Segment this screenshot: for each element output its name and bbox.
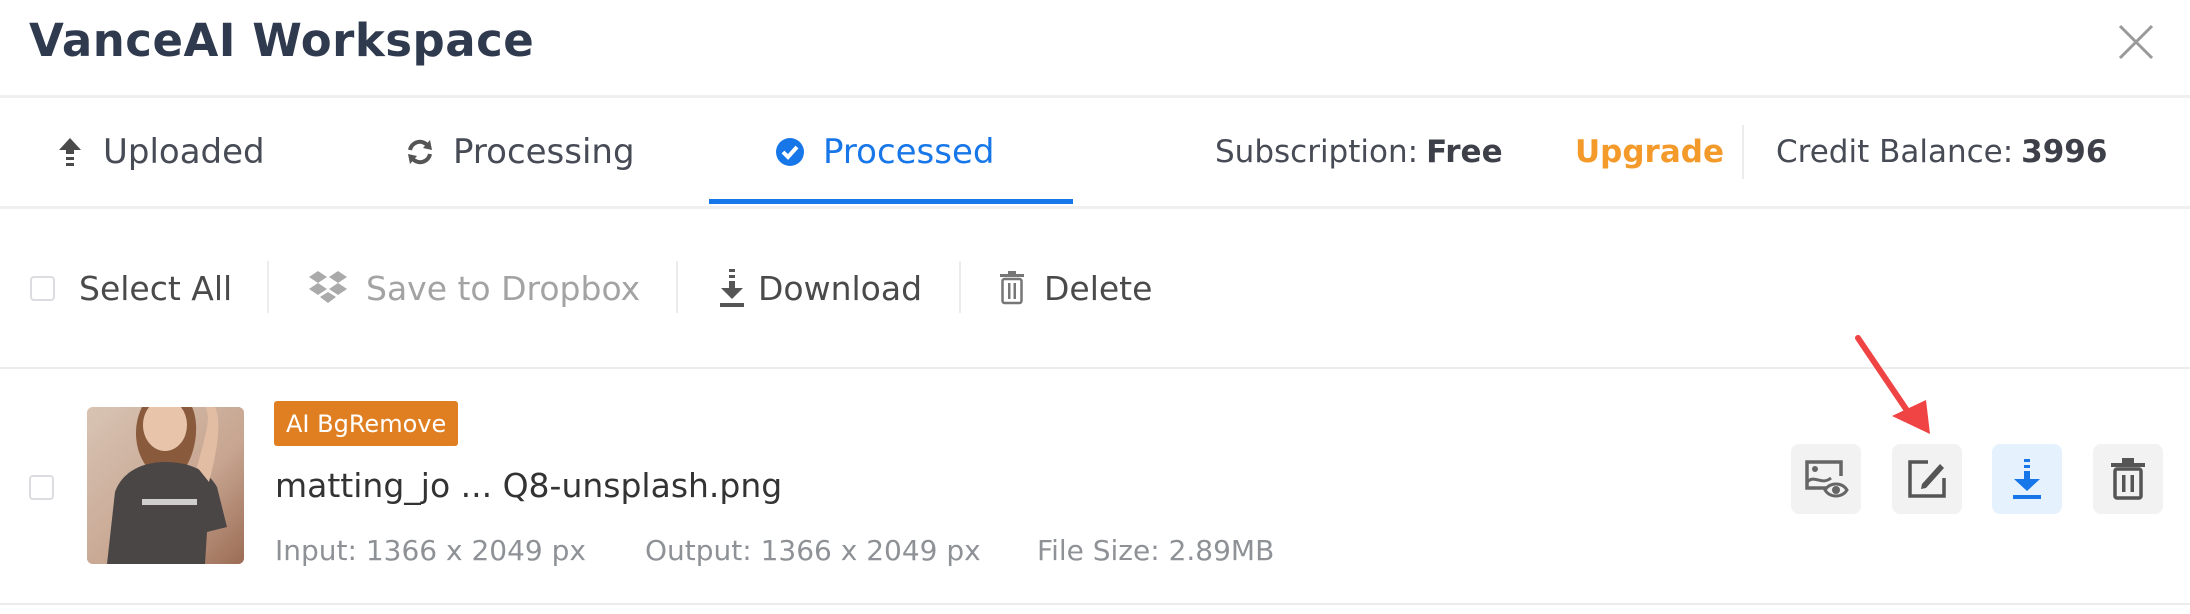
upgrade-label[interactable]: Upgrade — [1575, 134, 1724, 170]
tab-uploaded[interactable]: Uploaded — [55, 98, 265, 206]
dropbox-icon — [308, 270, 348, 306]
divider — [959, 261, 961, 313]
page-title: VanceAI Workspace — [29, 14, 535, 67]
download-button[interactable] — [1992, 444, 2062, 514]
edit-button[interactable] — [1892, 444, 1962, 514]
input-dimensions: Input: 1366 x 2049 px — [275, 534, 586, 567]
file-thumbnail[interactable] — [87, 407, 244, 564]
download-icon — [2013, 459, 2041, 499]
output-dimensions: Output: 1366 x 2049 px — [645, 534, 981, 567]
close-button[interactable] — [2116, 22, 2156, 62]
trash-icon — [998, 271, 1026, 305]
active-tab-indicator — [709, 199, 1073, 204]
credit-balance: Credit Balance: 3996 — [1776, 98, 2107, 206]
tab-label: Processed — [823, 132, 995, 172]
checkbox[interactable] — [30, 275, 55, 301]
close-icon — [2118, 24, 2154, 60]
delete-button[interactable] — [2093, 444, 2163, 514]
file-checkbox[interactable] — [29, 475, 54, 500]
thumbnail-image — [87, 407, 244, 564]
subscription-value: Free — [1426, 134, 1503, 170]
download-icon — [718, 268, 746, 308]
select-all-label: Select All — [79, 268, 233, 308]
dropbox-label: Save to Dropbox — [366, 268, 641, 308]
delete-all-button[interactable]: Delete — [998, 209, 1152, 367]
subscription-label: Subscription: — [1215, 134, 1419, 170]
file-name: matting_jo ... Q8-unsplash.png — [275, 466, 783, 505]
credit-label: Credit Balance: — [1776, 134, 2014, 170]
download-label: Download — [758, 268, 923, 308]
tab-processing[interactable]: Processing — [405, 98, 635, 206]
tab-label: Uploaded — [103, 132, 265, 172]
download-all-button[interactable]: Download — [718, 209, 922, 367]
file-size: File Size: 2.89MB — [1037, 534, 1275, 567]
divider — [676, 261, 678, 313]
preview-button[interactable] — [1791, 444, 1861, 514]
upload-arrow-icon — [55, 137, 85, 167]
annotation-arrow-icon — [1855, 335, 1930, 434]
tab-processed[interactable]: Processed — [775, 98, 994, 206]
save-to-dropbox-button[interactable]: Save to Dropbox — [308, 209, 640, 367]
divider — [1742, 125, 1744, 179]
refresh-icon — [405, 137, 435, 167]
tab-label: Processing — [453, 132, 635, 172]
delete-label: Delete — [1044, 268, 1153, 308]
upgrade-link[interactable]: Upgrade — [1575, 98, 1724, 206]
trash-icon — [2111, 458, 2145, 500]
edit-icon — [1908, 460, 1946, 498]
divider — [267, 261, 269, 313]
select-all-checkbox[interactable]: Select All — [30, 209, 232, 367]
check-circle-icon — [775, 137, 805, 167]
preview-icon — [1805, 460, 1849, 498]
process-badge: AI BgRemove — [274, 401, 459, 446]
credit-value: 3996 — [2021, 134, 2108, 170]
subscription-info: Subscription: Free — [1215, 98, 1503, 206]
